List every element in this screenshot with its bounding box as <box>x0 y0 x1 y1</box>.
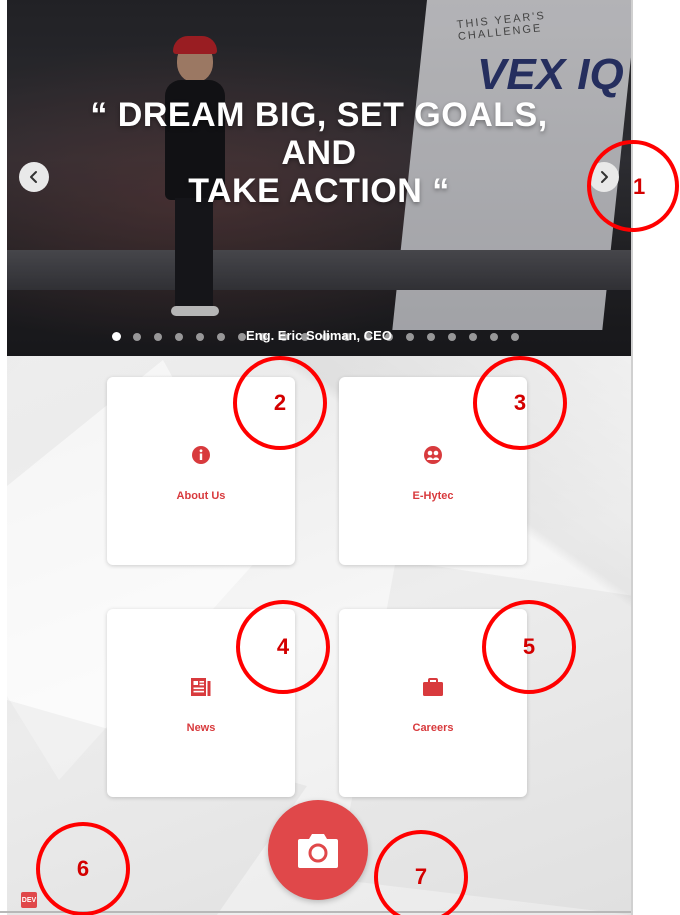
chevron-left-icon <box>30 171 37 183</box>
annotation-circle: 3 <box>473 356 567 450</box>
camera-icon <box>298 834 338 868</box>
annotation-circle: 2 <box>233 356 327 450</box>
annotation-number: 3 <box>513 390 527 415</box>
annotation-circle: 7 <box>374 830 468 915</box>
news-label: News <box>186 722 216 734</box>
annotation-circle: 4 <box>236 600 330 694</box>
hero-quote-line: “ DREAM BIG, SET GOALS, <box>90 96 548 134</box>
annotation-number: 4 <box>276 634 290 659</box>
camera-button[interactable] <box>268 800 368 900</box>
annotation-circle: 1 <box>587 140 679 232</box>
group-circle-icon <box>339 445 527 467</box>
dev-badge: DEV <box>21 892 37 908</box>
hero-quote: “ DREAM BIG, SET GOALS, AND TAKE ACTION … <box>7 96 631 210</box>
about-us-label: About Us <box>176 490 226 502</box>
annotation-number: 2 <box>273 390 287 415</box>
annotation-number: 7 <box>414 864 428 889</box>
hero-carousel[interactable]: THIS YEAR'S CHALLENGE VEX IQ “ DREAM BIG… <box>7 0 631 356</box>
window-edge <box>631 0 633 915</box>
hero-quote-line: TAKE ACTION “ <box>188 172 450 210</box>
annotation-circle: 6 <box>36 822 130 915</box>
hero-quote-line: AND <box>281 134 357 172</box>
e-hytec-label: E-Hytec <box>412 490 454 502</box>
annotation-circle: 5 <box>482 600 576 694</box>
hero-caption: Eng. Eric Soliman, CEO <box>246 328 392 343</box>
annotation-number: 6 <box>76 856 90 881</box>
annotation-number: 5 <box>522 634 536 659</box>
careers-label: Careers <box>412 722 454 734</box>
annotation-number: 1 <box>633 174 646 199</box>
carousel-prev-button[interactable] <box>19 162 49 192</box>
app-screen: THIS YEAR'S CHALLENGE VEX IQ “ DREAM BIG… <box>7 0 631 915</box>
